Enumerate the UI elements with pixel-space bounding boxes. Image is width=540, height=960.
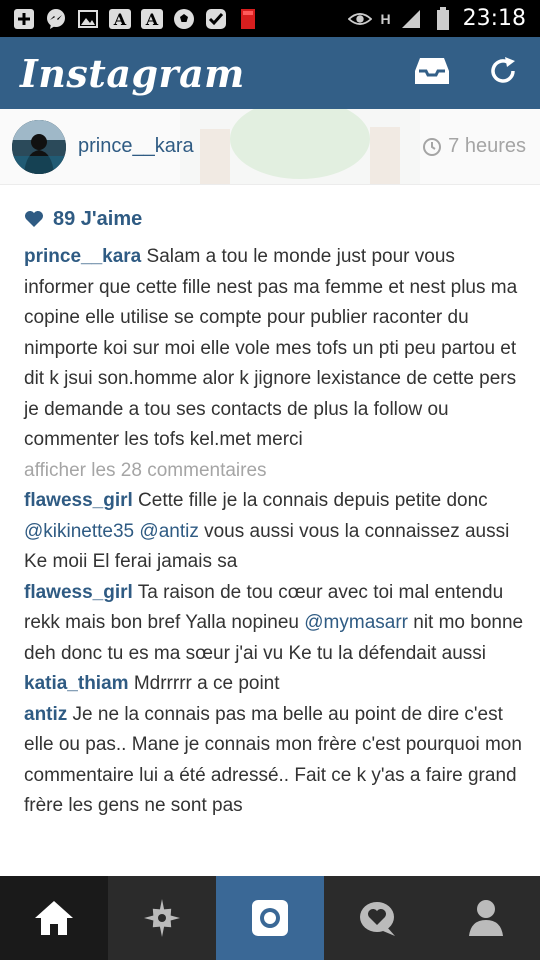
status-bar: A A H 23:18 [0,0,540,37]
explore-icon [144,899,180,937]
comment-item: antiz Je ne la connais pas ma belle au p… [24,700,524,822]
nav-profile[interactable] [432,876,540,960]
bottom-nav [0,876,540,960]
comment-text: Cette fille je la connais depuis petite … [132,490,488,511]
caption-text: Salam a tou le monde just pour vous info… [24,246,518,450]
instagram-logo: Instagram [20,50,245,96]
battery-icon [431,6,455,30]
nav-home[interactable] [0,876,108,960]
network-type: H [380,10,391,27]
clock: 23:18 [462,6,526,31]
home-icon [35,901,73,935]
comment-item: katia_thiam Mdrrrrr a ce point [24,669,524,700]
svg-text:A: A [145,10,159,29]
post-header: prince__kara 7 heures [0,109,540,185]
comment-username[interactable]: flawess_girl [24,582,133,603]
comment-item: flawess_girl Ta raison de tou cœur avec … [24,578,524,670]
eye-icon [348,8,373,30]
signal-icon [399,8,423,30]
nav-camera[interactable] [216,876,324,960]
caption-username[interactable]: prince__kara [24,246,141,267]
post-photo-preview [180,109,420,184]
football-icon [172,8,196,30]
clock-icon [423,137,442,156]
view-all-comments-link[interactable]: afficher les 28 commentaires [24,456,524,487]
nav-activity[interactable] [324,876,432,960]
svg-text:A: A [113,10,127,29]
font-app-icon: A [108,8,132,30]
comment-text: Je ne la connais pas ma belle au point d… [24,703,522,817]
comment-username[interactable]: flawess_girl [24,490,133,511]
inbox-icon[interactable] [414,55,450,92]
post-username[interactable]: prince__kara [78,135,194,158]
heart-icon [25,211,43,227]
comment-username[interactable]: antiz [24,704,67,725]
check-icon [204,8,228,30]
mention-link[interactable]: @antiz [139,521,198,542]
comment-username[interactable]: katia_thiam [24,673,129,694]
messenger-icon [44,8,68,30]
nav-explore[interactable] [108,876,216,960]
time-label: 7 heures [448,135,526,157]
add-icon [12,8,36,30]
likes-count: 89 J'aime [53,207,143,230]
profile-icon [469,900,503,936]
camera-icon [252,900,288,936]
activity-icon [360,902,395,936]
gallery-icon [76,8,100,30]
avatar[interactable] [12,119,66,174]
refresh-icon[interactable] [488,56,518,91]
red-app-icon [236,8,260,30]
mention-link[interactable]: @mymasarr [304,612,408,633]
mention-link[interactable]: @kikinette35 [24,521,134,542]
font-app-icon-2: A [140,8,164,30]
post-content: 89 J'aime prince__kara Salam a tou le mo… [24,196,524,822]
comment-item: flawess_girl Cette fille je la connais d… [24,486,524,578]
likes-row[interactable]: 89 J'aime [24,196,524,242]
comment-text: Mdrrrrr a ce point [128,673,280,694]
app-header: Instagram [0,37,540,109]
caption: prince__kara Salam a tou le monde just p… [24,242,524,456]
post-timestamp: 7 heures [422,135,526,158]
